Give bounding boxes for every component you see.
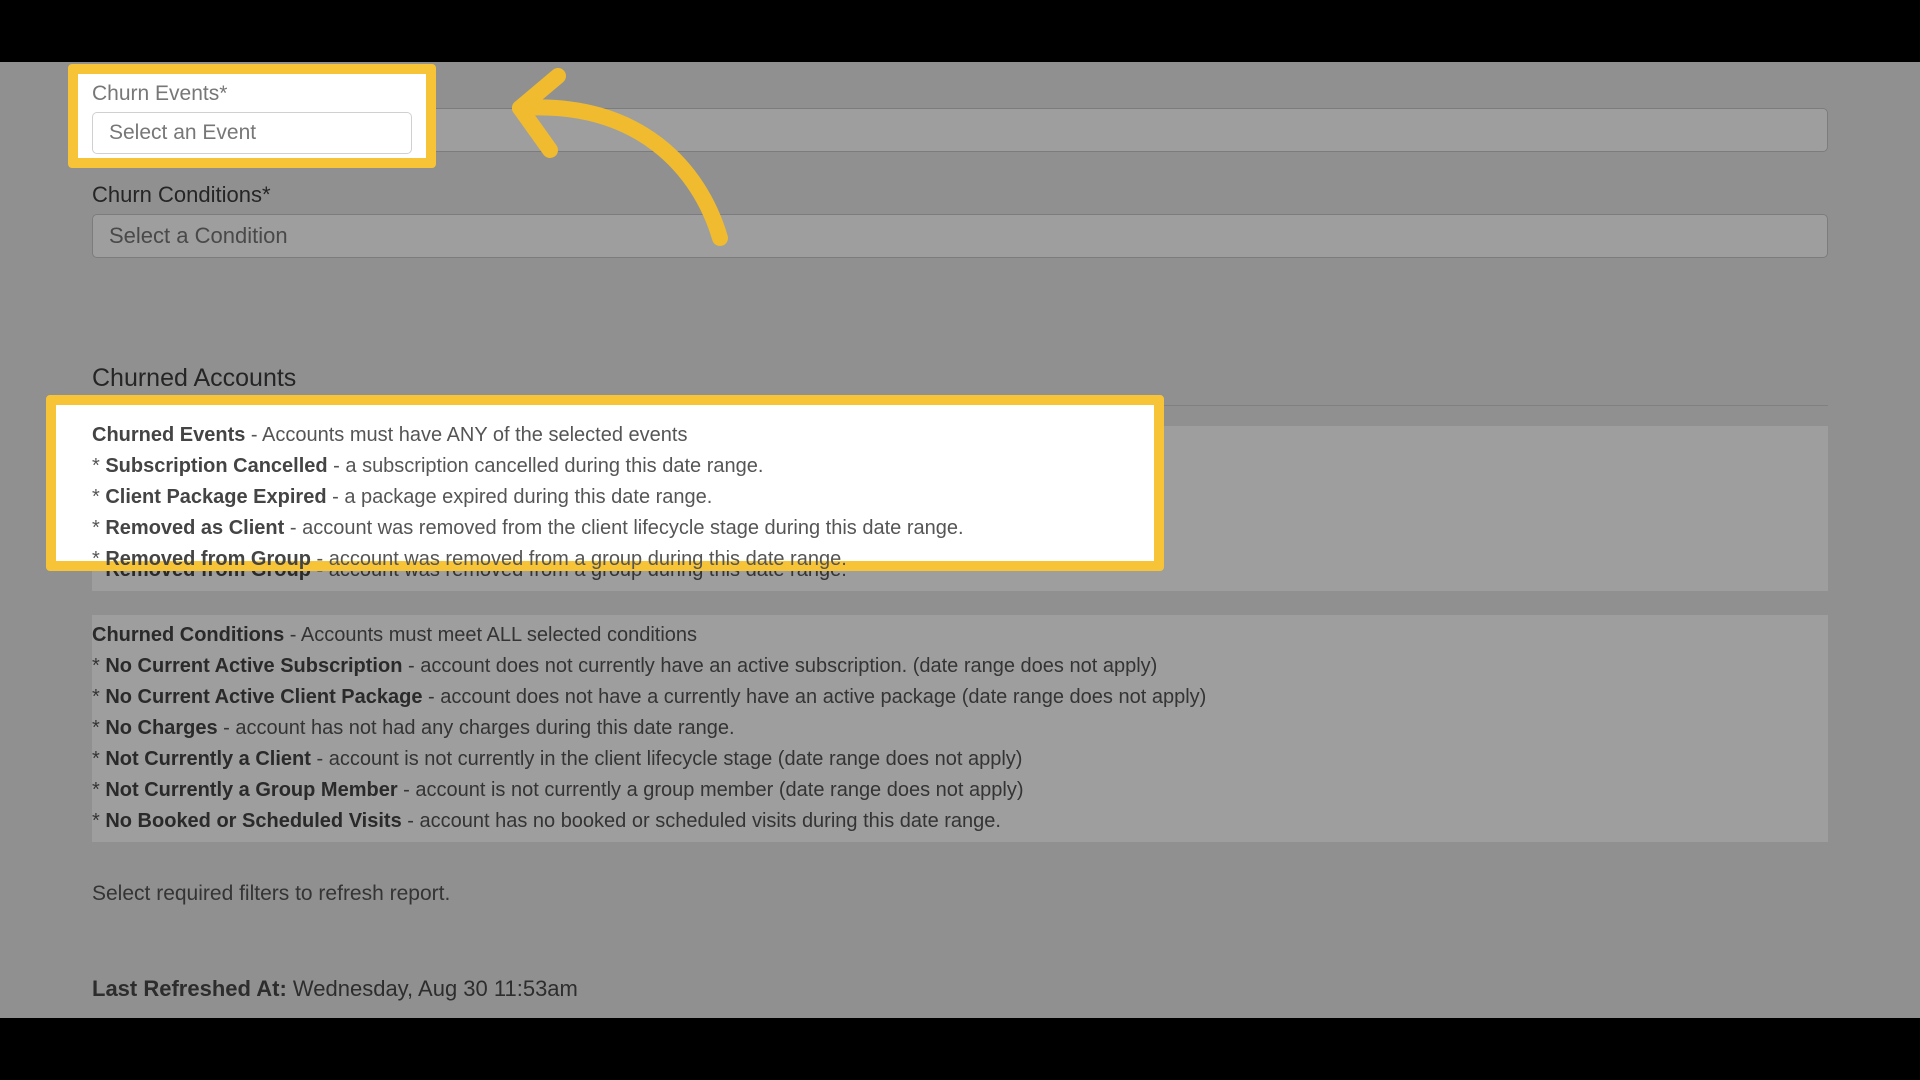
section-title-churned-accounts: Churned Accounts xyxy=(92,364,1828,393)
highlight-events-item: * Removed as Client - account was remove… xyxy=(92,514,1146,543)
churn-conditions-placeholder: Select a Condition xyxy=(109,223,288,249)
churned-conditions-item: * No Current Active Client Package - acc… xyxy=(92,683,1828,712)
churned-conditions-item: * No Current Active Subscription - accou… xyxy=(92,652,1828,681)
highlight-events-item: * Subscription Cancelled - a subscriptio… xyxy=(92,452,1146,481)
highlight-events-item: * Client Package Expired - a package exp… xyxy=(92,483,1146,512)
highlight-churn-events-label: Churn Events* xyxy=(92,82,412,106)
highlight-churn-events-placeholder: Select an Event xyxy=(109,121,256,145)
churned-conditions-lead-suffix: - Accounts must meet ALL selected condit… xyxy=(284,624,697,646)
highlight-churn-events-select[interactable]: Select an Event xyxy=(92,112,412,154)
last-refreshed: Last Refreshed At: Wednesday, Aug 30 11:… xyxy=(92,976,1828,1002)
refresh-hint: Select required filters to refresh repor… xyxy=(92,882,1828,906)
highlight-events-lead-suffix: - Accounts must have ANY of the selected… xyxy=(245,424,687,446)
churn-conditions-field: Churn Conditions* Select a Condition xyxy=(0,182,1920,258)
churned-conditions-item: * Not Currently a Group Member - account… xyxy=(92,776,1828,805)
churned-conditions-item: * No Booked or Scheduled Visits - accoun… xyxy=(92,807,1828,836)
last-refreshed-label: Last Refreshed At: xyxy=(92,976,287,1001)
highlight-churn-events: Churn Events* Select an Event xyxy=(68,64,436,168)
highlight-events-item: * Removed from Group - account was remov… xyxy=(92,545,1146,574)
churned-conditions-item: * No Charges - account has not had any c… xyxy=(92,714,1828,743)
last-refreshed-value: Wednesday, Aug 30 11:53am xyxy=(287,976,578,1001)
highlight-events-lead: Churned Events xyxy=(92,424,245,446)
churned-conditions-description: Churned Conditions - Accounts must meet … xyxy=(92,615,1828,842)
churn-conditions-label: Churn Conditions* xyxy=(92,182,1828,208)
churned-conditions-item: * Not Currently a Client - account is no… xyxy=(92,745,1828,774)
churned-conditions-lead: Churned Conditions xyxy=(92,624,284,646)
churn-conditions-select[interactable]: Select a Condition xyxy=(92,214,1828,258)
highlight-churned-events-desc: Churned Events - Accounts must have ANY … xyxy=(46,395,1164,571)
